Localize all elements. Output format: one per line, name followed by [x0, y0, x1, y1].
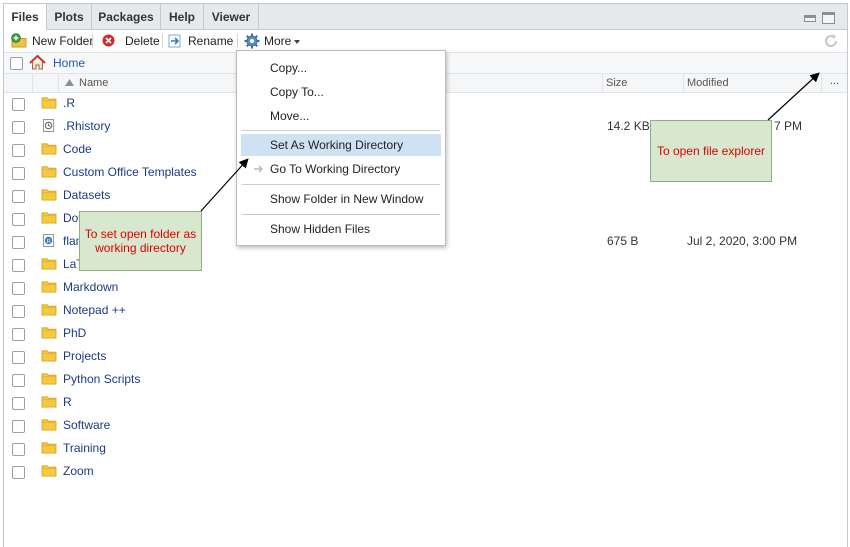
annotation-arrows	[200, 72, 820, 212]
arrow-to-more-options	[767, 72, 820, 121]
arrow-to-set-working-directory	[200, 158, 249, 212]
